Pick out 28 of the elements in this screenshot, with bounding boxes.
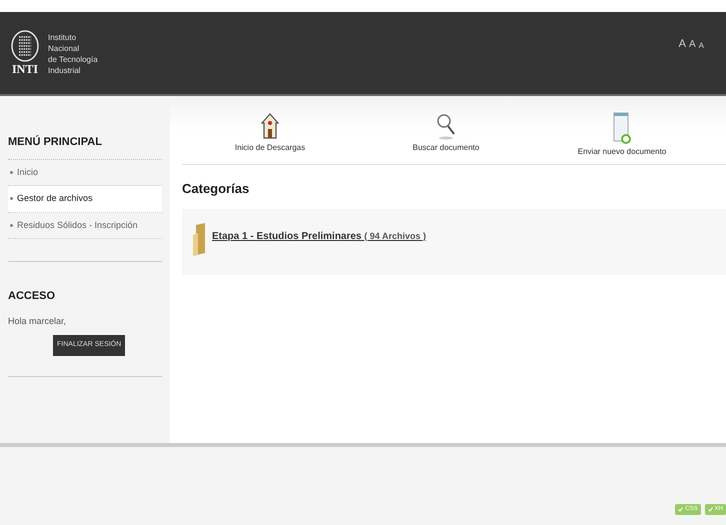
access-title: ACCESO — [8, 289, 56, 304]
logo-caption: Nacional — [48, 43, 80, 54]
bullet-icon — [10, 197, 13, 200]
check-icon — [708, 507, 713, 512]
greeting-text: Hola marcelar, — [8, 314, 68, 328]
logo-caption: Instituto — [48, 32, 78, 43]
toolbar-button[interactable]: Inicio de Descargas — [182, 112, 358, 158]
font-size-button[interactable]: A — [688, 40, 696, 50]
toolbar-button[interactable]: Buscar documento — [358, 112, 534, 158]
search-icon — [436, 112, 456, 140]
logo-caption: Industrial — [48, 65, 82, 76]
category-link[interactable]: Etapa 1 - Estudios Preliminares ( 94 Archivos ) — [212, 228, 426, 244]
logo-text: INTI — [12, 62, 38, 76]
logo-caption: de Tecnología — [48, 54, 98, 65]
document-add-icon — [613, 112, 631, 144]
house-icon — [261, 112, 279, 140]
menu-item[interactable]: Gestor de archivos — [8, 186, 162, 212]
bullet-icon — [10, 224, 13, 227]
check-icon — [678, 507, 684, 512]
menu-item[interactable]: Residuos Sólidos - Inscripción — [8, 212, 162, 239]
logo-icon — [10, 30, 40, 62]
bullet-icon — [10, 170, 13, 174]
font-size-button[interactable]: A — [698, 42, 704, 50]
toolbar-button[interactable]: Enviar nuevo documento — [534, 112, 710, 158]
font-size-button[interactable]: A — [678, 38, 686, 50]
menu-title: MENÚ PRINCIPAL — [8, 134, 162, 160]
categories-title: Categorías — [182, 180, 250, 198]
folder-icon — [192, 222, 206, 256]
